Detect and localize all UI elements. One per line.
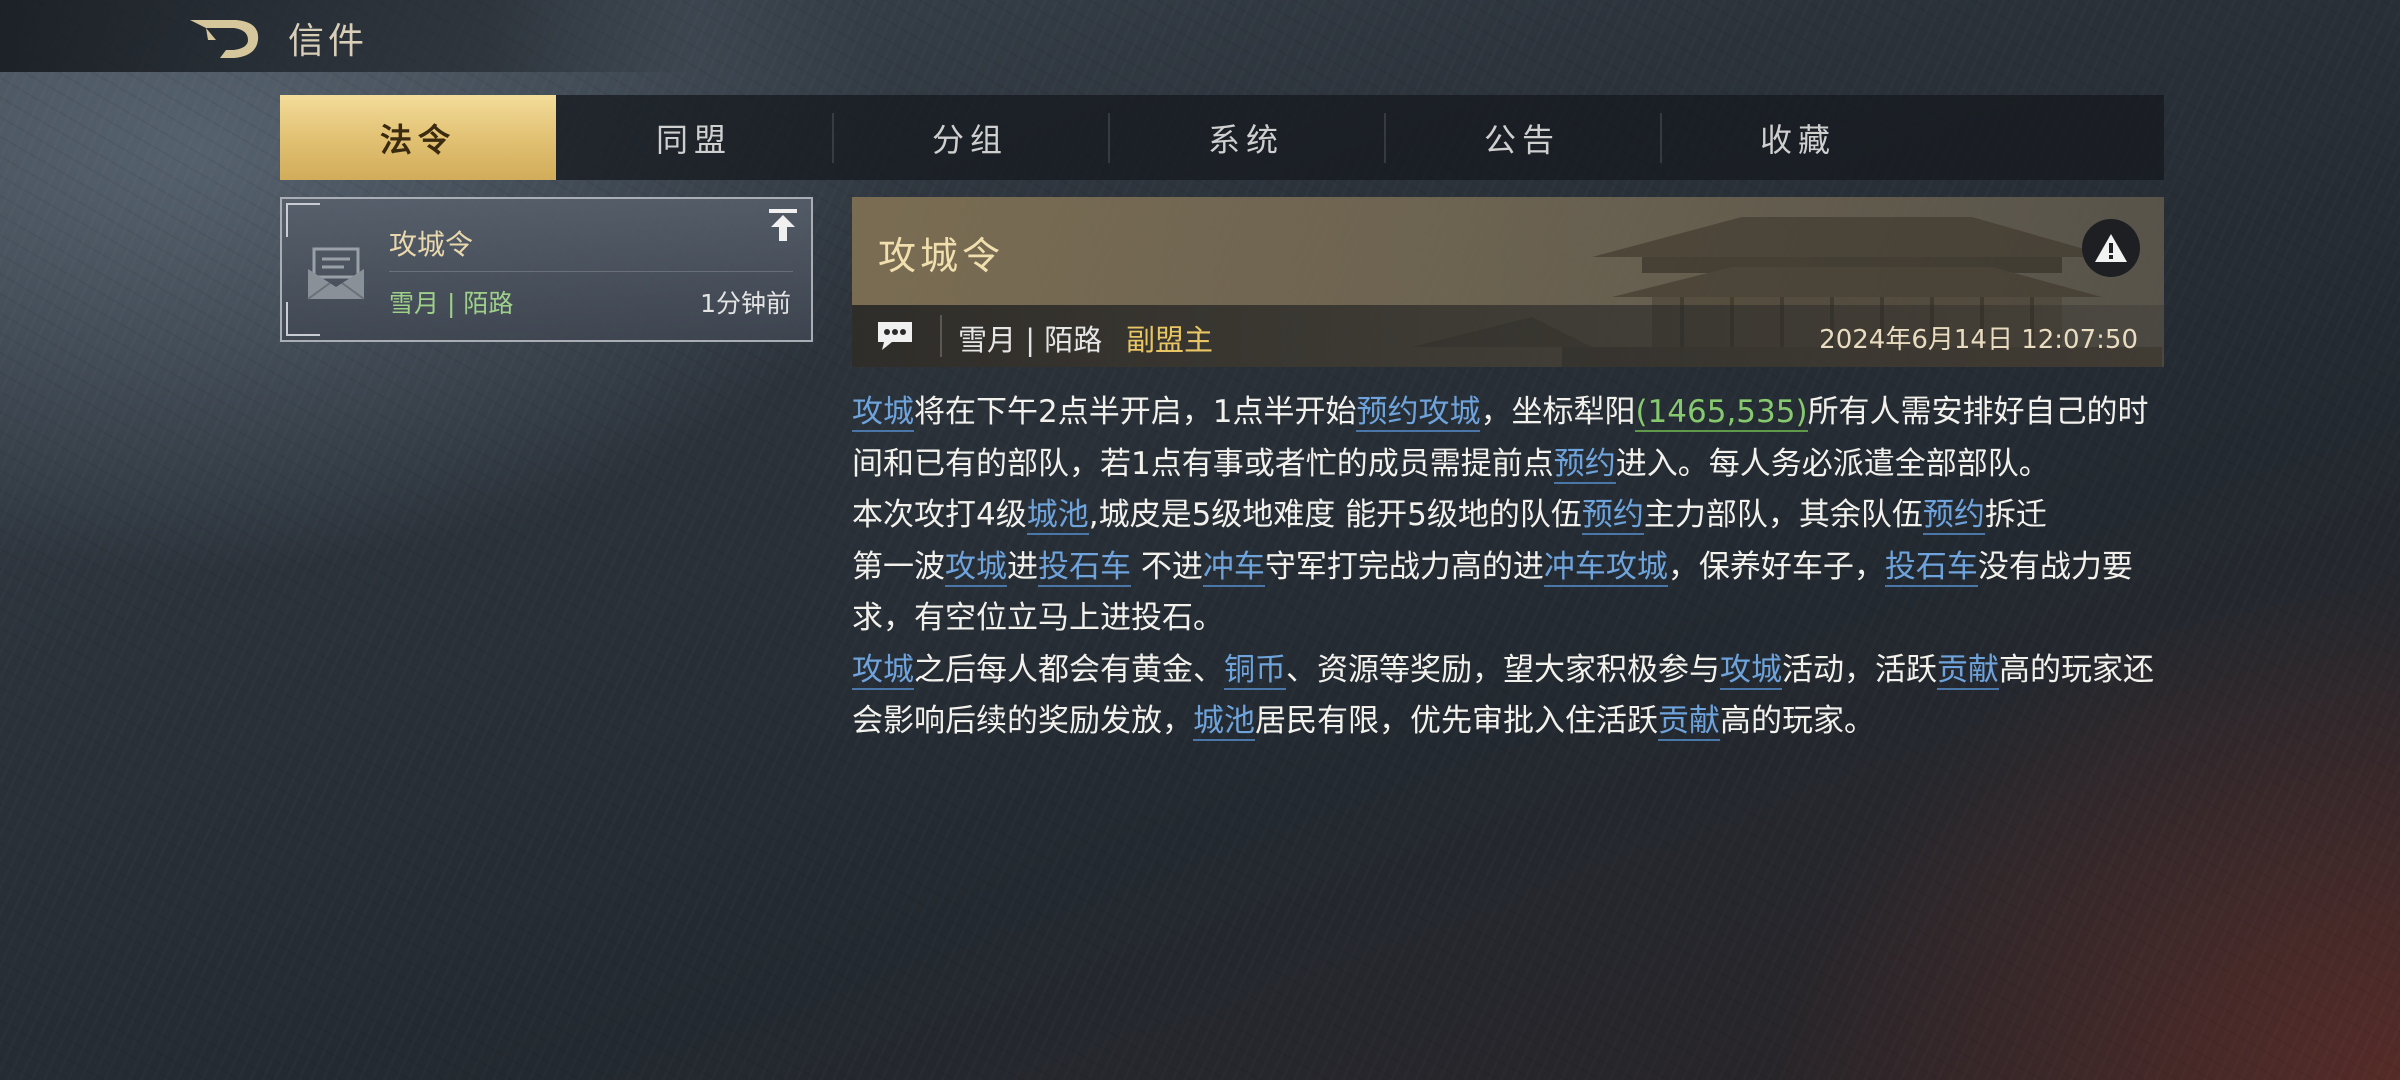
body-text: 主力部队，其余队伍 <box>1643 497 1923 533</box>
pin-to-top-icon[interactable] <box>767 207 799 243</box>
body-text: 拆迁 <box>1984 497 2047 533</box>
body-text: 第一波 <box>852 548 945 585</box>
keyword-link[interactable]: 攻城 <box>852 651 914 690</box>
page-title: 信件 <box>288 21 369 62</box>
body-text: 居民有限，优先审批入住活跃 <box>1255 703 1658 739</box>
mail-list-item[interactable]: 攻城令 雪月 | 陌路 1分钟前 <box>280 197 813 342</box>
tab-favorites[interactable]: 收藏 <box>1660 95 1936 180</box>
back-arrow-icon <box>190 20 259 58</box>
body-text: 进 <box>1007 548 1038 585</box>
keyword-link[interactable]: 铜币 <box>1224 651 1286 690</box>
body-paragraph: 攻城之后每人都会有黄金、铜币、资源等奖励，望大家积极参与攻城活动，活跃贡献高的玩… <box>852 645 2164 748</box>
divider <box>940 315 942 357</box>
sender-info-bar: 雪月 | 陌路 副盟主 2024年6月14日 12:07:50 <box>852 305 2164 367</box>
body-text: 、资源等奖励，望大家积极参与 <box>1286 651 1720 688</box>
card-corner-decoration <box>286 302 320 336</box>
detail-sender: 雪月 | 陌路 <box>958 323 1103 357</box>
mail-body: 攻城将在下午2点半开启，1点半开始预约攻城，坐标犁阳(1465,535)所有人需… <box>852 387 2164 748</box>
tab-system[interactable]: 系统 <box>1108 95 1384 180</box>
mail-sender: 雪月 | 陌路 <box>389 289 514 318</box>
body-text: 本次攻打4级 <box>852 497 1027 533</box>
divider <box>389 271 793 272</box>
body-text: 守军打完战力高的进 <box>1264 548 1544 585</box>
tab-alliance[interactable]: 同盟 <box>556 95 832 180</box>
tab-announcements[interactable]: 公告 <box>1384 95 1660 180</box>
body-text: 不进 <box>1131 548 1203 585</box>
mail-time: 1分钟前 <box>700 289 791 318</box>
keyword-link[interactable]: 预约 <box>1581 497 1644 535</box>
keyword-link[interactable]: 攻城 <box>852 394 914 432</box>
keyword-link[interactable]: 城池 <box>1193 703 1255 741</box>
body-text: 活动，活跃 <box>1782 651 1937 688</box>
keyword-link[interactable]: 攻城 <box>1720 651 1782 690</box>
keyword-link[interactable]: 攻城 <box>945 548 1007 587</box>
card-corner-decoration <box>286 203 320 237</box>
body-text: 将在下午2点半开启，1点半开始 <box>914 394 1357 430</box>
body-text: ,城皮是5级地难度 能开5级地的队伍 <box>1088 497 1582 533</box>
sender-role: 副盟主 <box>1126 323 1214 357</box>
chat-bubble-icon[interactable] <box>876 320 914 352</box>
body-text: 高的玩家。 <box>1720 703 1875 739</box>
keyword-link[interactable]: 投石车 <box>1038 548 1131 587</box>
tab-groups[interactable]: 分组 <box>832 95 1108 180</box>
envelope-icon <box>307 247 365 300</box>
body-text: 进入。每人务必派遣全部部队。 <box>1615 445 2050 482</box>
keyword-link[interactable]: 预约 <box>1922 497 1985 535</box>
tab-bar: 法令 同盟 分组 系统 公告 收藏 <box>280 95 2164 180</box>
keyword-link[interactable]: 贡献 <box>1658 703 1720 741</box>
mail-title: 攻城令 <box>389 228 474 261</box>
body-paragraph: 本次攻打4级城池,城皮是5级地难度 能开5级地的队伍预约主力部队，其余队伍预约拆… <box>852 490 2164 542</box>
keyword-link[interactable]: 预约攻城 <box>1356 394 1481 432</box>
keyword-link[interactable]: 冲车攻城 <box>1543 548 1668 587</box>
back-button[interactable] <box>186 14 266 62</box>
tab-decrees[interactable]: 法令 <box>280 95 556 180</box>
report-button[interactable] <box>2082 219 2140 277</box>
body-text: ，坐标犁阳 <box>1480 394 1636 430</box>
keyword-link[interactable]: 城池 <box>1026 497 1089 535</box>
keyword-link[interactable]: 投石车 <box>1884 548 1978 587</box>
body-text: 之后每人都会有黄金、 <box>914 651 1224 688</box>
keyword-link[interactable]: 冲车 <box>1202 548 1265 587</box>
body-paragraph: 攻城将在下午2点半开启，1点半开始预约攻城，坐标犁阳(1465,535)所有人需… <box>852 387 2164 490</box>
body-text: ，保养好车子， <box>1667 548 1885 585</box>
top-bar: 信件 <box>0 0 700 72</box>
mail-datetime: 2024年6月14日 12:07:50 <box>1819 325 2138 355</box>
mail-detail-header: 攻城令 雪月 | 陌路 副盟主 2024年6月14日 12:07:50 <box>852 197 2164 367</box>
warning-icon <box>2095 234 2127 262</box>
keyword-link[interactable]: 预约 <box>1553 445 1616 484</box>
mail-detail-title: 攻城令 <box>878 234 1005 278</box>
body-paragraph: 第一波攻城进投石车 不进冲车守军打完战力高的进冲车攻城，保养好车子，投石车没有战… <box>852 542 2164 645</box>
keyword-link[interactable]: 贡献 <box>1937 651 1999 690</box>
coordinate-link[interactable]: (1465,535) <box>1635 394 1808 432</box>
